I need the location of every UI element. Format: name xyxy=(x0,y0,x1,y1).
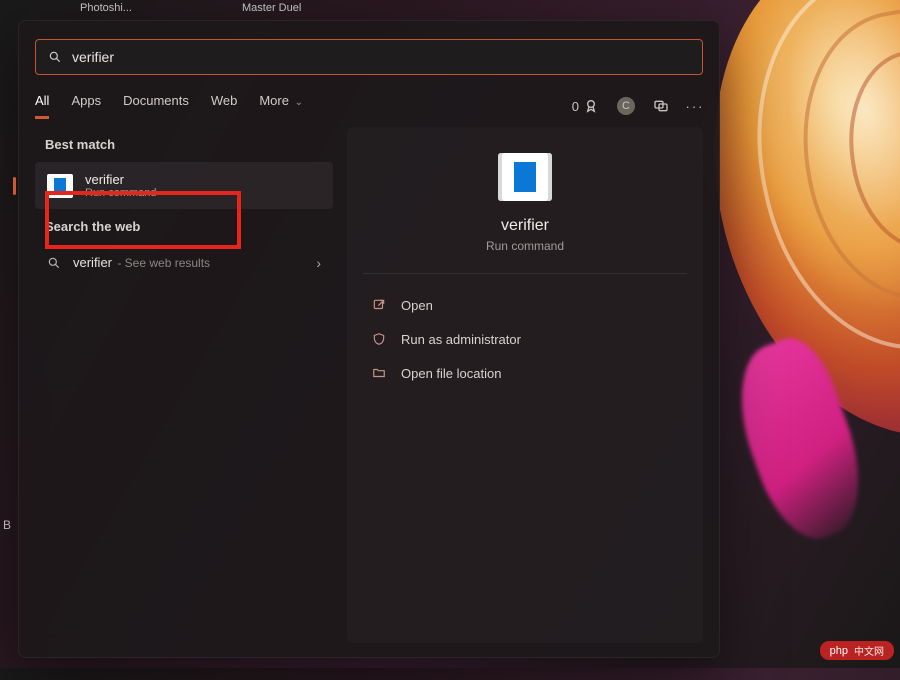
tab-web[interactable]: Web xyxy=(211,93,238,119)
action-label: Open file location xyxy=(401,366,501,381)
action-open[interactable]: Open xyxy=(363,290,687,320)
chat-icon[interactable] xyxy=(653,98,669,114)
start-search-panel: All Apps Documents Web More ⌄ 0 C ··· Be… xyxy=(18,20,720,658)
results-column: Best match verifier Run command Search t… xyxy=(35,127,333,643)
search-icon xyxy=(48,50,62,64)
best-match-result[interactable]: verifier Run command xyxy=(35,162,333,209)
action-label: Open xyxy=(401,298,433,313)
shield-icon xyxy=(371,331,387,347)
search-input[interactable] xyxy=(72,49,690,65)
medal-icon xyxy=(583,98,599,114)
open-icon xyxy=(371,297,387,313)
tab-more[interactable]: More ⌄ xyxy=(259,93,303,119)
filter-tab-row: All Apps Documents Web More ⌄ 0 C ··· xyxy=(35,93,703,119)
desktop-shortcut[interactable]: Photoshi... xyxy=(80,0,132,14)
user-avatar[interactable]: C xyxy=(617,97,635,115)
detail-title: verifier xyxy=(501,217,549,235)
web-suffix: - See web results xyxy=(114,256,210,270)
chevron-right-icon: › xyxy=(316,255,321,271)
result-subtitle: Run command xyxy=(85,187,157,199)
tab-documents[interactable]: Documents xyxy=(123,93,189,119)
tab-all[interactable]: All xyxy=(35,93,49,119)
web-term: verifier xyxy=(73,255,112,270)
more-options-icon[interactable]: ··· xyxy=(687,98,703,114)
search-icon xyxy=(47,256,61,270)
verifier-app-icon xyxy=(47,174,73,198)
best-match-label: Best match xyxy=(45,137,333,152)
detail-subtitle: Run command xyxy=(486,239,564,253)
desktop-shortcut[interactable]: Master Duel xyxy=(242,0,301,14)
desktop-side-label: B xyxy=(3,518,11,532)
watermark-badge: php中文网 xyxy=(820,641,894,660)
action-open-location[interactable]: Open file location xyxy=(363,358,687,388)
action-run-admin[interactable]: Run as administrator xyxy=(363,324,687,354)
tab-apps[interactable]: Apps xyxy=(71,93,101,119)
chevron-down-icon: ⌄ xyxy=(295,97,303,108)
web-search-result[interactable]: verifier - See web results › xyxy=(35,244,333,282)
result-title: verifier xyxy=(85,172,157,187)
folder-icon xyxy=(371,365,387,381)
search-web-label: Search the web xyxy=(45,219,333,234)
rewards-indicator[interactable]: 0 xyxy=(572,98,599,114)
selection-accent xyxy=(13,177,16,195)
verifier-large-icon xyxy=(498,153,552,201)
search-box[interactable] xyxy=(35,39,703,75)
action-label: Run as administrator xyxy=(401,332,521,347)
desktop-shortcuts: Photoshi... Master Duel xyxy=(0,0,301,14)
detail-column: verifier Run command Open Run as adminis… xyxy=(347,127,703,643)
action-list: Open Run as administrator Open file loca… xyxy=(363,290,687,388)
